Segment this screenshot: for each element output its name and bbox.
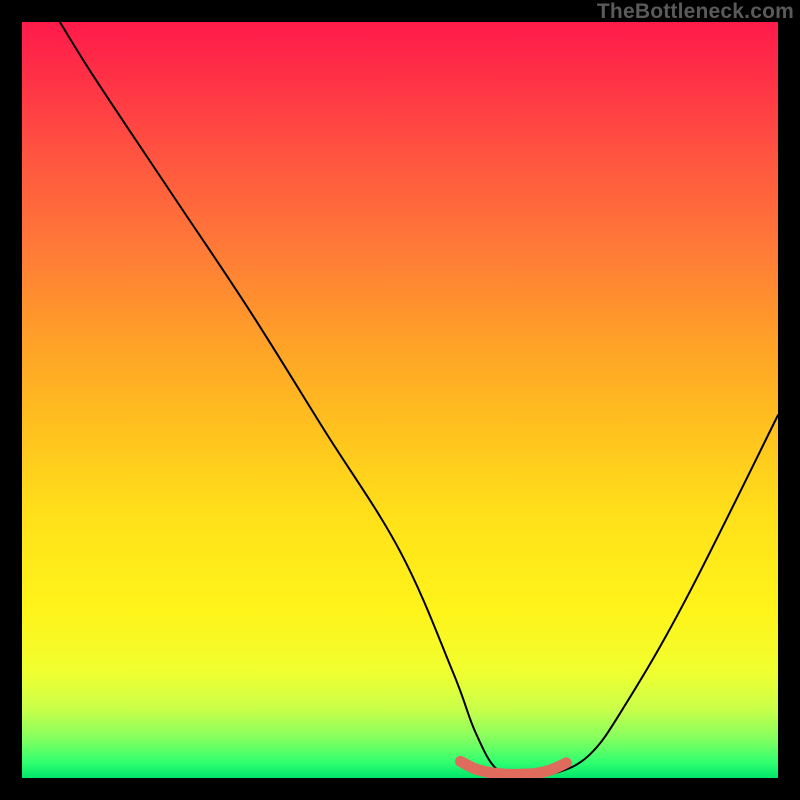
plot-area [22,22,778,778]
main-curve-path [60,22,778,776]
valley-marker-path [460,761,566,774]
chart-frame: TheBottleneck.com [0,0,800,800]
watermark-text: TheBottleneck.com [597,0,794,24]
chart-svg [22,22,778,778]
